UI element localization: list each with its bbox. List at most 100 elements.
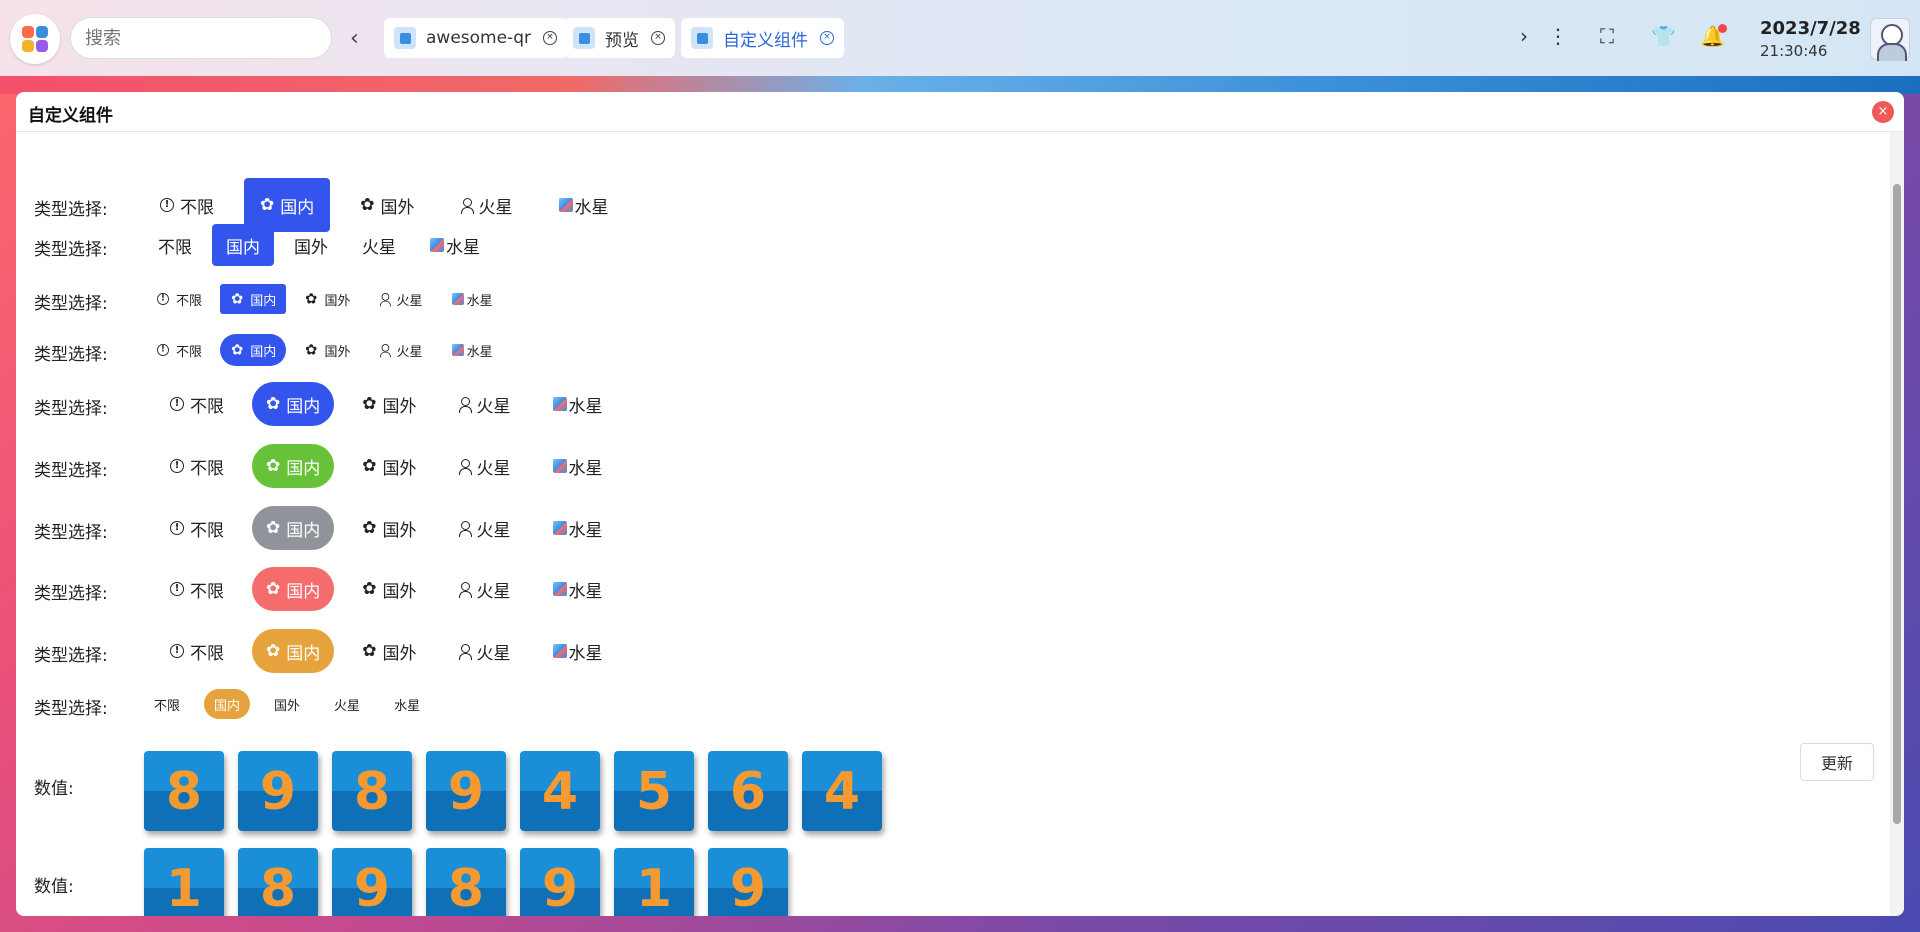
- tab-custom-component[interactable]: 自定义组件 ×: [681, 18, 844, 58]
- close-icon[interactable]: ×: [651, 31, 665, 45]
- type-option-label: 国外: [274, 698, 301, 714]
- info-icon: !: [157, 344, 169, 356]
- digit-card: 9: [426, 751, 506, 831]
- type-option-label: 不限: [190, 396, 224, 417]
- tab-awesome-qr[interactable]: awesome-qr ×: [384, 18, 567, 58]
- type-option-label: 国外: [382, 643, 417, 664]
- type-option[interactable]: ✿ 国外: [294, 284, 360, 314]
- type-select-label: 类型选择:: [34, 699, 108, 719]
- gear-icon: ✿: [305, 290, 318, 308]
- type-option[interactable]: ! 不限: [156, 567, 238, 611]
- type-option[interactable]: 水星: [539, 382, 617, 426]
- type-option[interactable]: 水星: [441, 334, 503, 366]
- type-option[interactable]: ! 不限: [156, 382, 238, 426]
- digit-card: 9: [332, 848, 412, 916]
- type-option[interactable]: 火星: [324, 689, 370, 719]
- type-option-label: 火星: [396, 293, 423, 309]
- type-option[interactable]: ! 不限: [156, 629, 238, 673]
- theme-shirt-icon[interactable]: 👕: [1651, 24, 1676, 48]
- type-option[interactable]: 火星: [348, 224, 410, 266]
- fullscreen-icon[interactable]: ⛶: [1600, 24, 1614, 48]
- cube-icon: [451, 344, 464, 356]
- type-option[interactable]: 不限: [144, 689, 190, 719]
- cube-icon: [552, 397, 567, 411]
- type-option[interactable]: ✿ 国外: [348, 629, 430, 673]
- type-option[interactable]: 火星: [369, 284, 433, 314]
- tab-preview[interactable]: 预览 ×: [563, 18, 675, 58]
- type-select-options: 不限 国内 国外 火星 水星: [144, 689, 430, 719]
- time-text: 21:30:46: [1760, 42, 1828, 60]
- digit-card: 9: [520, 848, 600, 916]
- type-option[interactable]: ✿ 国外: [348, 506, 430, 550]
- gear-icon: ✿: [362, 517, 377, 538]
- app-logo-icon[interactable]: [10, 14, 60, 64]
- type-option[interactable]: ! 不限: [146, 284, 212, 314]
- type-option[interactable]: 火星: [445, 382, 525, 426]
- type-option-label: 火星: [476, 581, 511, 602]
- type-option[interactable]: 火星: [445, 506, 525, 550]
- type-option[interactable]: 不限: [144, 224, 206, 266]
- type-option-label: 火星: [362, 237, 396, 258]
- type-option-label: 国外: [324, 293, 351, 309]
- type-option[interactable]: 火星: [445, 567, 525, 611]
- info-icon: !: [170, 397, 184, 411]
- cube-icon: [552, 582, 567, 596]
- type-option[interactable]: 国内: [212, 224, 274, 266]
- more-vertical-icon[interactable]: ⋮: [1548, 24, 1568, 48]
- type-option[interactable]: ✿ 国内: [252, 444, 335, 488]
- scrollbar-thumb[interactable]: [1893, 184, 1901, 824]
- gear-icon: ✿: [305, 341, 318, 359]
- gear-icon: ✿: [362, 640, 377, 661]
- type-option[interactable]: 火星: [445, 629, 525, 673]
- cube-icon: [552, 644, 567, 658]
- user-icon: [379, 344, 391, 358]
- type-option-label: 不限: [176, 293, 203, 309]
- type-option[interactable]: 国内: [204, 689, 251, 719]
- avatar[interactable]: [1870, 18, 1910, 61]
- date-text: 2023/7/28: [1760, 18, 1861, 39]
- type-option[interactable]: 国外: [264, 689, 310, 719]
- close-icon[interactable]: ×: [542, 31, 557, 45]
- update-button[interactable]: 更新: [1800, 743, 1874, 781]
- type-option-label: 水星: [568, 396, 603, 417]
- tabs-scroll-left-icon[interactable]: ‹: [350, 26, 359, 51]
- type-option[interactable]: ✿ 国外: [294, 334, 360, 366]
- type-select-label: 类型选择:: [34, 240, 108, 260]
- type-option[interactable]: 火星: [445, 444, 525, 488]
- type-option[interactable]: ! 不限: [156, 444, 238, 488]
- type-option[interactable]: ✿ 国外: [348, 444, 430, 488]
- type-option[interactable]: ✿ 国外: [348, 567, 430, 611]
- type-option[interactable]: 水星: [539, 444, 617, 488]
- user-icon: [458, 582, 472, 598]
- scrollbar[interactable]: [1890, 132, 1904, 916]
- window-close-button[interactable]: ×: [1872, 101, 1894, 123]
- search-input[interactable]: [70, 17, 332, 59]
- type-option[interactable]: 水星: [441, 284, 503, 314]
- type-select-label: 类型选择:: [34, 461, 108, 481]
- tabs-scroll-right-icon[interactable]: ›: [1520, 24, 1528, 48]
- type-option[interactable]: ✿ 国内: [220, 334, 287, 366]
- notification-badge: [1718, 24, 1727, 33]
- type-option[interactable]: ✿ 国内: [252, 382, 335, 426]
- type-option[interactable]: ✿ 国内: [220, 284, 287, 314]
- type-option[interactable]: 水星: [416, 224, 494, 266]
- gear-icon: ✿: [362, 455, 377, 476]
- type-option[interactable]: ✿ 国内: [252, 567, 335, 611]
- type-option[interactable]: 水星: [543, 178, 625, 232]
- info-icon: !: [170, 582, 184, 596]
- type-option[interactable]: ✿ 国外: [348, 382, 430, 426]
- type-option[interactable]: ✿ 国内: [252, 629, 335, 673]
- type-option[interactable]: ✿ 国内: [252, 506, 335, 550]
- type-option[interactable]: 水星: [384, 689, 430, 719]
- type-option[interactable]: ! 不限: [156, 506, 238, 550]
- type-option-label: 国外: [324, 344, 351, 360]
- type-option[interactable]: 国外: [280, 224, 342, 266]
- type-option[interactable]: 火星: [369, 334, 433, 366]
- type-option[interactable]: 水星: [539, 567, 617, 611]
- type-option[interactable]: ! 不限: [146, 334, 212, 366]
- type-option[interactable]: 水星: [539, 506, 617, 550]
- digit-card: 8: [426, 848, 506, 916]
- close-icon[interactable]: ×: [820, 31, 834, 45]
- digit-card: 1: [144, 848, 224, 916]
- type-option[interactable]: 水星: [539, 629, 617, 673]
